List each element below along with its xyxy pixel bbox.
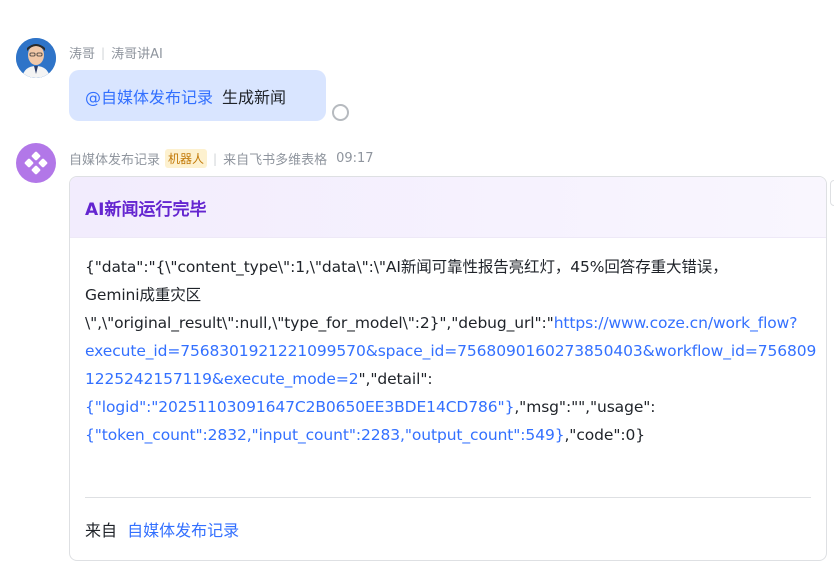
user-avatar[interactable] <box>16 38 56 78</box>
user-message-meta: 涛哥 | 涛哥讲AI <box>69 43 163 63</box>
card-body-line: {"logid":"20251103091647C2B0650EE3BDE14C… <box>85 393 811 421</box>
debug-url-link-cont[interactable]: execute_id=7568301921221099570&space_id=… <box>85 342 816 360</box>
card-body-line: 1225242157119&execute_mode=2","detail": <box>85 365 811 393</box>
mention-link[interactable]: @自媒体发布记录 <box>85 84 213 108</box>
result-card: AI新闻运行完毕 {"data":"{\"content_type\":1,\"… <box>69 176 827 561</box>
message-time: 09:17 <box>336 151 374 166</box>
bot-source: 来自飞书多维表格 <box>223 153 328 168</box>
bot-badge: 机器人 <box>165 149 208 168</box>
card-body-line: execute_id=7568301921221099570&space_id=… <box>85 337 816 365</box>
card-body-text: ,"code":0} <box>564 426 645 444</box>
card-side-handle[interactable] <box>830 180 834 206</box>
card-body-line: {"data":"{\"content_type\":1,\"data\":\"… <box>85 258 728 276</box>
bot-name[interactable]: 自媒体发布记录 <box>69 149 160 168</box>
card-footer: 来自 自媒体发布记录 <box>85 517 239 541</box>
footer-prefix: 来自 <box>85 521 118 540</box>
debug-url-link[interactable]: https://www.coze.cn/work_flow? <box>554 314 798 332</box>
usage-link[interactable]: {"token_count":2832,"input_count":2283,"… <box>85 426 565 444</box>
meta-separator: | <box>213 151 218 166</box>
debug-url-link-cont[interactable]: 1225242157119&execute_mode=2 <box>85 370 359 388</box>
footer-source-link[interactable]: 自媒体发布记录 <box>127 521 239 540</box>
card-body: {"data":"{\"content_type\":1,\"data\":\"… <box>70 238 826 449</box>
user-group-name: 涛哥讲AI <box>111 47 163 62</box>
card-body-text: ,"msg":"","usage": <box>514 398 656 416</box>
card-body-line: \",\"original_result\":null,\"type_for_m… <box>85 309 811 337</box>
card-header: AI新闻运行完毕 <box>70 177 826 238</box>
user-avatar-icon <box>16 38 56 78</box>
bot-message-meta: 自媒体发布记录 机器人 | 来自飞书多维表格 09:17 <box>69 149 374 168</box>
card-body-line: {"token_count":2832,"input_count":2283,"… <box>85 421 811 449</box>
user-name[interactable]: 涛哥 <box>69 43 95 62</box>
card-divider <box>85 497 811 498</box>
meta-separator: | <box>101 45 106 60</box>
user-message-bubble: @自媒体发布记录 生成新闻 <box>69 70 326 121</box>
bot-avatar[interactable] <box>16 143 56 183</box>
bot-avatar-logo-icon <box>24 151 48 175</box>
card-title: AI新闻运行完毕 <box>85 199 207 220</box>
card-body-text: \",\"original_result\":null,\"type_for_m… <box>85 314 554 332</box>
card-body-text: ","detail": <box>358 370 433 388</box>
logid-link[interactable]: {"logid":"20251103091647C2B0650EE3BDE14C… <box>85 398 514 416</box>
user-message-text: 生成新闻 <box>222 87 287 107</box>
read-status-circle-icon <box>332 104 349 121</box>
card-body-line: Gemini成重灾区 <box>85 286 202 304</box>
